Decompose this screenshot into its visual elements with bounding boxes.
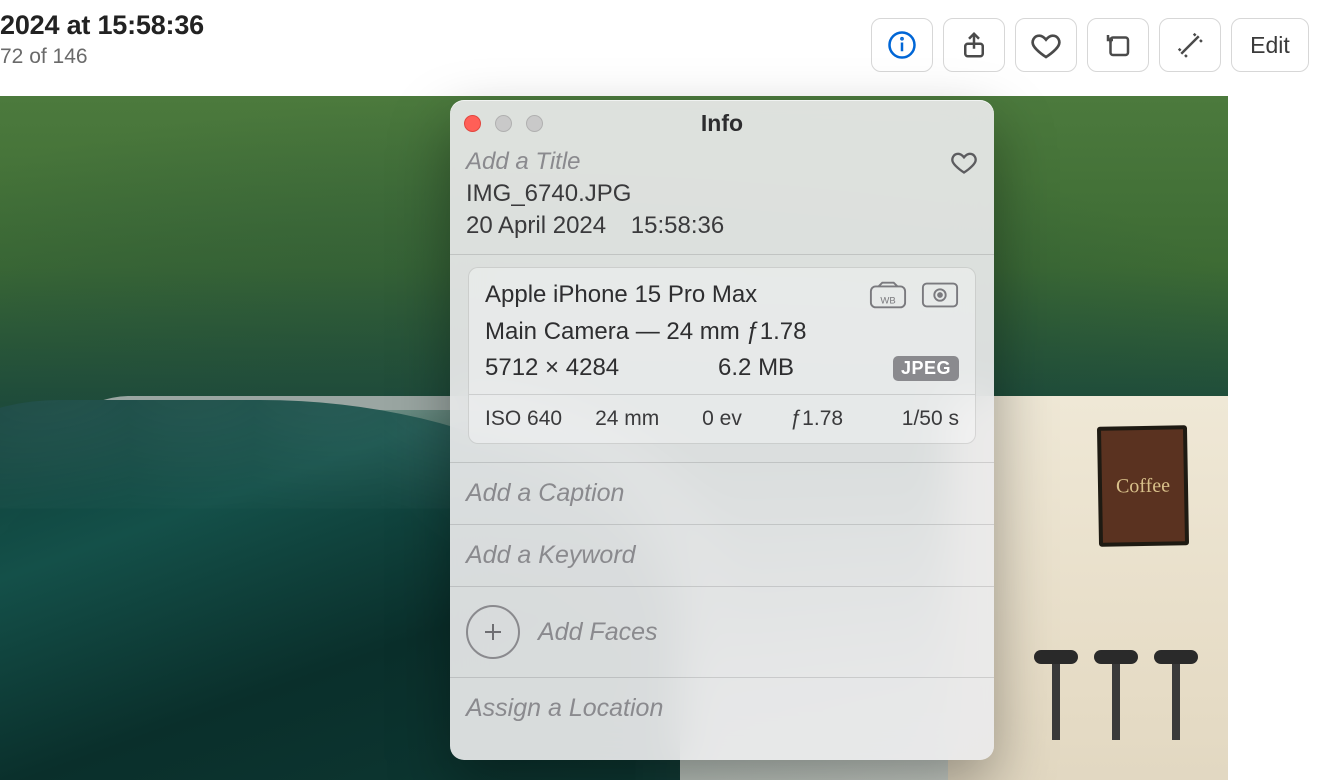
info-panel: Info Add a Title IMG_6740.JPG 20 April 2…	[450, 100, 994, 760]
edit-button[interactable]: Edit	[1231, 18, 1309, 72]
exif-focal: 24 mm	[580, 407, 675, 431]
camera-filesize: 6.2 MB	[718, 354, 794, 382]
camera-lens: Main Camera — 24 mm ƒ1.78	[485, 318, 959, 346]
exif-iso: ISO 640	[485, 407, 580, 431]
metering-icon	[921, 280, 959, 310]
panel-title: Info	[450, 110, 994, 137]
faces-row[interactable]: Add Faces	[450, 587, 994, 678]
enhance-button[interactable]	[1159, 18, 1221, 72]
date-label: 20 April 2024	[466, 212, 606, 239]
exif-ev: 0 ev	[675, 407, 770, 431]
scene-coffee-poster: Coffee	[1097, 425, 1189, 547]
add-face-button[interactable]	[466, 605, 520, 659]
toolbar: Edit	[871, 10, 1309, 72]
heart-icon	[950, 148, 978, 176]
camera-model: Apple iPhone 15 Pro Max	[485, 281, 757, 309]
rotate-button[interactable]	[1087, 18, 1149, 72]
edit-label: Edit	[1250, 32, 1290, 59]
header-title: 2024 at 15:58:36	[0, 10, 204, 41]
heart-icon	[1030, 29, 1062, 61]
camera-card: Apple iPhone 15 Pro Max WB Main Camera —…	[468, 267, 976, 444]
title-input[interactable]: Add a Title	[466, 148, 581, 176]
keyword-input[interactable]: Add a Keyword	[450, 525, 994, 587]
svg-text:WB: WB	[880, 296, 895, 307]
title-section: Add a Title IMG_6740.JPG 20 April 2024 1…	[450, 146, 994, 255]
info-button[interactable]	[871, 18, 933, 72]
filename-label: IMG_6740.JPG	[466, 180, 978, 208]
camera-section: Apple iPhone 15 Pro Max WB Main Camera —…	[450, 255, 994, 463]
camera-exif-grid: ISO 640 24 mm 0 ev ƒ1.78 1/50 s	[469, 394, 975, 443]
camera-dimensions: 5712 × 4284	[485, 354, 619, 382]
white-balance-icon: WB	[869, 280, 907, 310]
rotate-icon	[1103, 30, 1133, 60]
window-header: 2024 at 15:58:36 72 of 146 Edit	[0, 0, 1327, 96]
location-input[interactable]: Assign a Location	[450, 678, 994, 739]
share-button[interactable]	[943, 18, 1005, 72]
datetime-row[interactable]: 20 April 2024 15:58:36	[466, 212, 978, 240]
favorite-button[interactable]	[1015, 18, 1077, 72]
share-icon	[959, 30, 989, 60]
panel-titlebar[interactable]: Info	[450, 100, 994, 146]
plus-icon	[481, 620, 505, 644]
exif-aperture: ƒ1.78	[769, 407, 864, 431]
exif-shutter: 1/50 s	[864, 407, 959, 431]
format-badge: JPEG	[893, 356, 959, 381]
caption-input[interactable]: Add a Caption	[450, 463, 994, 525]
header-title-block: 2024 at 15:58:36 72 of 146	[0, 10, 204, 69]
panel-favorite-button[interactable]	[950, 148, 978, 176]
wand-icon	[1175, 30, 1205, 60]
info-icon	[887, 30, 917, 60]
faces-label: Add Faces	[538, 618, 658, 647]
header-counter: 72 of 146	[0, 45, 204, 69]
time-label: 15:58:36	[631, 212, 724, 240]
